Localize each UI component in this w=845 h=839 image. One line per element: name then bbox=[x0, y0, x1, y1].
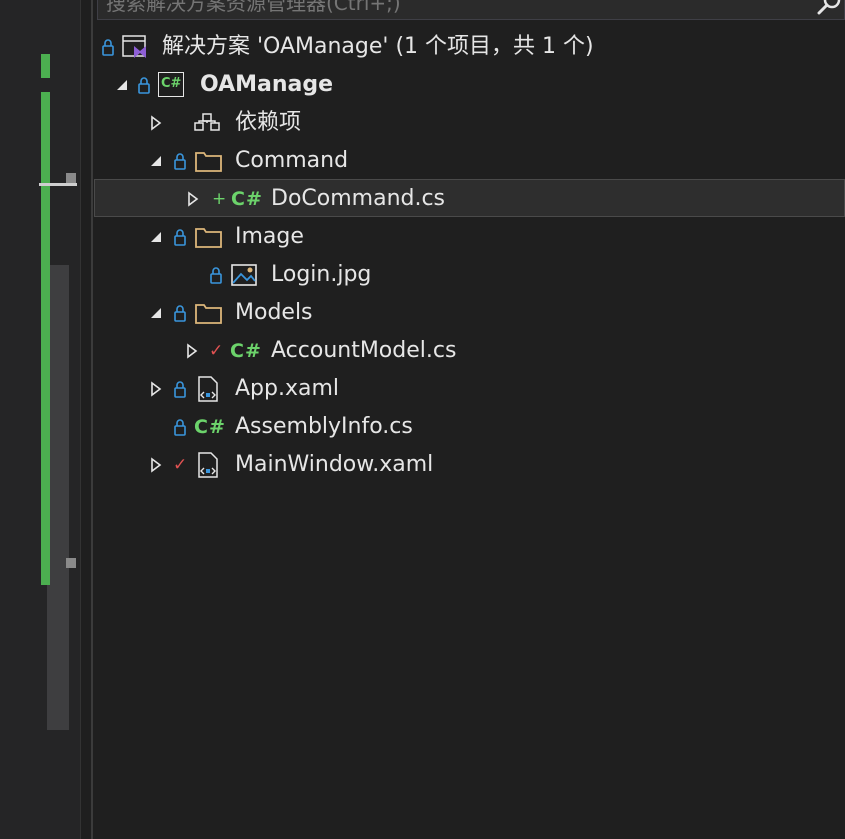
project-label: OAManage bbox=[200, 72, 334, 97]
expanded-icon[interactable] bbox=[148, 229, 164, 245]
csharp-project-icon: C# bbox=[158, 72, 184, 97]
panel-splitter[interactable] bbox=[91, 0, 93, 839]
folder-icon bbox=[195, 304, 222, 324]
collapsed-icon[interactable] bbox=[184, 343, 200, 359]
command-folder-label: Command bbox=[235, 148, 349, 173]
lock-icon bbox=[174, 229, 186, 246]
csharp-glyph: C# bbox=[161, 76, 182, 91]
tree-item-solution[interactable]: 解决方案 'OAManage' (1 个项目，共 1 个) bbox=[94, 28, 845, 66]
scrollbar-track[interactable] bbox=[47, 265, 69, 730]
tree-item-models-folder[interactable]: Models bbox=[94, 294, 845, 332]
dependencies-icon bbox=[194, 113, 220, 131]
expanded-icon[interactable] bbox=[148, 305, 164, 321]
docommand-label: DoCommand.cs bbox=[271, 186, 446, 211]
tree-item-docommand[interactable]: + C# DoCommand.cs bbox=[94, 179, 845, 217]
expanded-icon[interactable] bbox=[114, 77, 130, 93]
tree-item-mainwindow-xaml[interactable]: ✓ MainWindow.xaml bbox=[94, 446, 845, 484]
search-icon[interactable] bbox=[816, 0, 842, 15]
lock-icon bbox=[138, 77, 150, 94]
collapsed-icon[interactable] bbox=[148, 115, 164, 131]
change-indicator-bar bbox=[41, 92, 50, 585]
lock-icon bbox=[210, 267, 222, 284]
tree-item-accountmodel[interactable]: ✓ C# AccountModel.cs bbox=[94, 332, 845, 370]
collapsed-icon[interactable] bbox=[185, 191, 201, 207]
csharp-file-icon: C# bbox=[231, 188, 263, 210]
dependencies-label: 依赖项 bbox=[235, 110, 302, 135]
checked-in-status-icon: ✓ bbox=[173, 455, 188, 475]
app-xaml-label: App.xaml bbox=[235, 376, 340, 401]
models-folder-label: Models bbox=[235, 300, 313, 325]
tree-item-app-xaml[interactable]: App.xaml bbox=[94, 370, 845, 408]
scroll-thumb[interactable] bbox=[66, 173, 76, 183]
checked-in-status-icon: ✓ bbox=[209, 341, 224, 361]
lock-icon bbox=[174, 305, 186, 322]
image-file-icon bbox=[231, 264, 257, 286]
lock-icon bbox=[174, 381, 186, 398]
tree-item-login-jpg[interactable]: Login.jpg bbox=[94, 256, 845, 294]
change-indicator-bar bbox=[41, 54, 50, 78]
image-folder-label: Image bbox=[235, 224, 304, 249]
mainwindow-xaml-label: MainWindow.xaml bbox=[235, 452, 434, 477]
tree-item-assemblyinfo[interactable]: C# AssemblyInfo.cs bbox=[94, 408, 845, 446]
csharp-file-icon: C# bbox=[230, 340, 262, 362]
login-jpg-label: Login.jpg bbox=[271, 262, 372, 287]
xaml-file-icon bbox=[198, 376, 218, 402]
collapsed-icon[interactable] bbox=[148, 381, 164, 397]
scroll-thumb[interactable] bbox=[66, 558, 76, 568]
lock-icon bbox=[174, 153, 186, 170]
expanded-icon[interactable] bbox=[148, 153, 164, 169]
solution-label: 解决方案 'OAManage' (1 个项目，共 1 个) bbox=[162, 34, 594, 59]
csharp-file-icon: C# bbox=[194, 416, 226, 438]
lock-icon bbox=[174, 419, 186, 436]
added-status-icon: + bbox=[212, 189, 227, 209]
assemblyinfo-label: AssemblyInfo.cs bbox=[235, 414, 413, 439]
folder-icon bbox=[195, 152, 222, 172]
scroll-position-marker bbox=[39, 183, 77, 186]
accountmodel-label: AccountModel.cs bbox=[271, 338, 457, 363]
panel-divider bbox=[80, 0, 81, 839]
tree-item-dependencies[interactable]: 依赖项 bbox=[94, 104, 845, 142]
solution-explorer-search[interactable] bbox=[97, 0, 845, 20]
collapsed-icon[interactable] bbox=[148, 457, 164, 473]
xaml-file-icon bbox=[198, 452, 218, 478]
solution-icon bbox=[122, 35, 146, 58]
lock-icon bbox=[102, 39, 114, 56]
tree-item-image-folder[interactable]: Image bbox=[94, 218, 845, 256]
folder-icon bbox=[195, 228, 222, 248]
tree-item-command-folder[interactable]: Command bbox=[94, 142, 845, 180]
tree-item-project[interactable]: C# OAManage bbox=[94, 66, 845, 104]
search-input[interactable] bbox=[106, 0, 796, 19]
